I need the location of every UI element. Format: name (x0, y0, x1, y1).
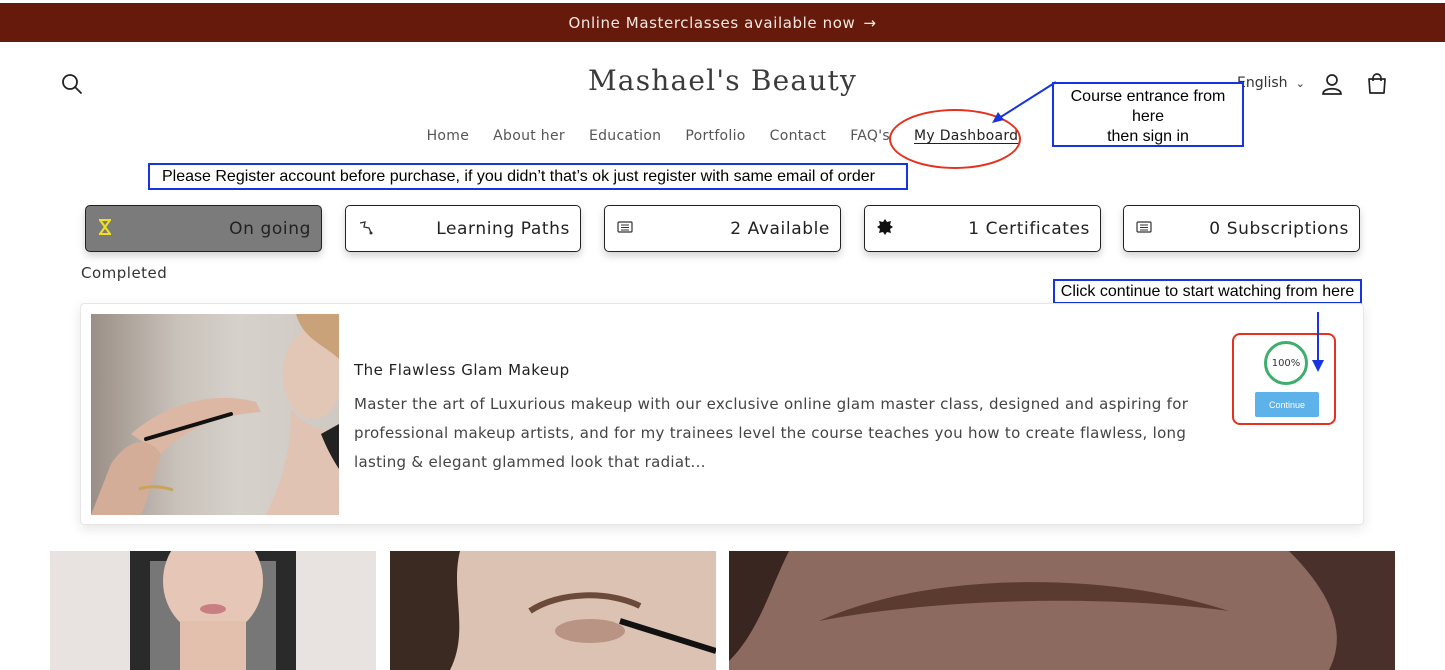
list-icon (617, 220, 639, 237)
continue-button[interactable]: Continue (1255, 392, 1319, 417)
course-entrance-note: Course entrance from here then sign in (1052, 82, 1244, 147)
course-entrance-line-2: here (1131, 108, 1165, 125)
course-entrance-line-3: then sign in (1107, 128, 1189, 145)
course-title[interactable]: The Flawless Glam Makeup (354, 361, 570, 379)
tab-ongoing-label: On going (229, 218, 311, 239)
arrow-right-icon: → (863, 13, 877, 32)
annotation-arrow-to-continue (1312, 312, 1324, 372)
cart-icon[interactable] (1365, 72, 1389, 96)
language-selector[interactable]: English ⌄ (1237, 75, 1305, 91)
badge-icon (877, 218, 899, 239)
tab-subscriptions[interactable]: 0 Subscriptions (1123, 205, 1360, 252)
nav-item-contact[interactable]: Contact (770, 128, 827, 144)
announcement-text[interactable]: Online Masterclasses available now (568, 14, 855, 32)
nav-item-portfolio[interactable]: Portfolio (685, 128, 745, 144)
nav-item-faq[interactable]: FAQ's (850, 128, 890, 144)
nav-item-home[interactable]: Home (427, 128, 470, 144)
continue-hint-note: Click continue to start watching from he… (1053, 279, 1362, 304)
announcement-bar[interactable]: Online Masterclasses available now → (0, 3, 1445, 42)
list-icon (1136, 220, 1158, 237)
gallery-image-2[interactable] (390, 551, 716, 670)
tab-subscriptions-label: 0 Subscriptions (1209, 218, 1349, 239)
nav-item-education[interactable]: Education (589, 128, 661, 144)
path-icon (358, 219, 380, 239)
hourglass-icon (98, 218, 120, 239)
completed-tab[interactable]: Completed (81, 264, 167, 282)
course-description: Master the art of Luxurious makeup with … (354, 395, 1189, 471)
tab-certificates-label: 1 Certificates (968, 218, 1090, 239)
course-entrance-line-1: Course entrance from (1070, 88, 1226, 105)
nav-item-about[interactable]: About her (493, 128, 565, 144)
annotation-arrow-to-dashboard (992, 81, 1057, 123)
gallery-image-3[interactable] (729, 551, 1395, 670)
tab-ongoing[interactable]: On going (85, 205, 322, 252)
progress-ring: 100% (1264, 341, 1308, 385)
course-thumbnail[interactable] (91, 314, 339, 515)
language-label: English (1237, 75, 1288, 91)
account-icon[interactable] (1320, 72, 1344, 96)
gallery-image-1[interactable] (50, 551, 376, 670)
chevron-down-icon: ⌄ (1295, 77, 1305, 90)
register-note: Please Register account before purchase,… (148, 163, 908, 190)
progress-value: 100% (1271, 357, 1301, 369)
tab-certificates[interactable]: 1 Certificates (864, 205, 1101, 252)
tab-available-label: 2 Available (730, 218, 830, 239)
tab-learning-paths-label: Learning Paths (436, 218, 570, 239)
tab-learning-paths[interactable]: Learning Paths (345, 205, 581, 252)
tab-available[interactable]: 2 Available (604, 205, 841, 252)
